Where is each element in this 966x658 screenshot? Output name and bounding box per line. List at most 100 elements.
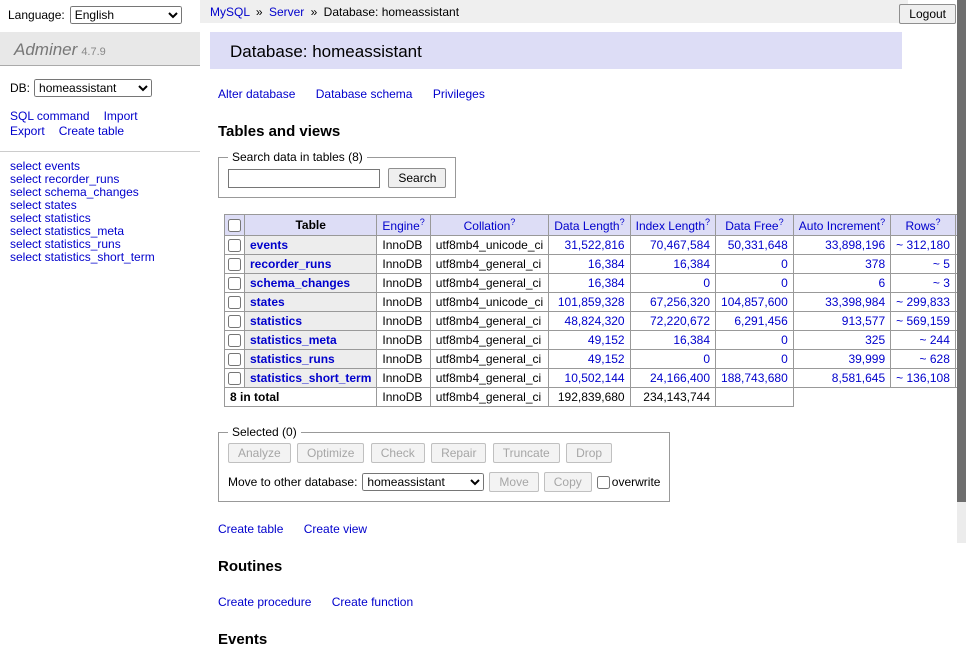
index-length-link[interactable]: 0 [703,352,710,366]
table-name-link[interactable]: statistics [250,314,302,328]
rows-count-link[interactable]: ~ 136,108 [896,371,950,385]
row-checkbox[interactable] [228,277,241,290]
search-button[interactable]: Search [388,168,446,188]
data-length-link[interactable]: 49,152 [588,352,625,366]
index-length-link[interactable]: 16,384 [673,257,710,271]
select-all-checkbox[interactable] [228,219,241,232]
index-length-link[interactable]: 72,220,672 [650,314,710,328]
create-procedure-link[interactable]: Create procedure [218,595,311,609]
data-free-link[interactable]: 104,857,600 [721,295,788,309]
sidebar-export-link[interactable]: Export [10,124,45,139]
analyze-button[interactable]: Analyze [228,443,291,463]
create-table-link[interactable]: Create table [218,522,283,536]
db-select[interactable]: homeassistant [34,79,152,97]
engine-sort-link[interactable]: Engine [382,219,419,233]
rows-count-link[interactable]: ~ 569,159 [896,314,950,328]
help-icon[interactable]: ? [510,217,515,227]
vertical-scrollbar-thumb[interactable] [957,0,966,502]
create-function-link[interactable]: Create function [332,595,413,609]
table-name-link[interactable]: statistics_runs [250,352,335,366]
auto-increment-link[interactable]: 378 [865,257,885,271]
data-free-link[interactable]: 50,331,648 [728,238,788,252]
auto-increment-link[interactable]: 33,898,196 [825,238,885,252]
sidebar-create-table-link[interactable]: Create table [59,124,124,139]
optimize-button[interactable]: Optimize [297,443,364,463]
privileges-link[interactable]: Privileges [433,87,485,101]
index-length-link[interactable]: 24,166,400 [650,371,710,385]
language-select[interactable]: English [70,6,182,24]
overwrite-checkbox[interactable] [597,476,610,489]
data-free-sort-link[interactable]: Data Free [725,219,778,233]
help-icon[interactable]: ? [880,217,885,227]
app-title[interactable]: Adminer [14,40,77,59]
rows-count-link[interactable]: ~ 5 [933,257,950,271]
search-input[interactable] [228,169,380,188]
row-checkbox[interactable] [228,315,241,328]
table-name-link[interactable]: states [250,295,285,309]
collation-sort-link[interactable]: Collation [464,219,511,233]
rows-count-link[interactable]: ~ 244 [920,333,950,347]
table-name-link[interactable]: recorder_runs [250,257,331,271]
data-free-link[interactable]: 0 [781,257,788,271]
table-name-link[interactable]: statistics_short_term [250,371,371,385]
row-checkbox[interactable] [228,239,241,252]
row-checkbox[interactable] [228,372,241,385]
table-name-link[interactable]: schema_changes [250,276,350,290]
data-length-link[interactable]: 10,502,144 [565,371,625,385]
help-icon[interactable]: ? [936,217,941,227]
auto-increment-link[interactable]: 325 [865,333,885,347]
help-icon[interactable]: ? [620,217,625,227]
check-button[interactable]: Check [371,443,425,463]
table-name-link[interactable]: events [250,238,288,252]
data-length-link[interactable]: 101,859,328 [558,295,625,309]
auto-increment-link[interactable]: 33,398,984 [825,295,885,309]
row-checkbox[interactable] [228,334,241,347]
row-checkbox[interactable] [228,353,241,366]
rows-count-link[interactable]: ~ 299,833 [896,295,950,309]
data-length-link[interactable]: 48,824,320 [565,314,625,328]
help-icon[interactable]: ? [705,217,710,227]
auto-increment-sort-link[interactable]: Auto Increment [799,219,880,233]
rows-count-link[interactable]: ~ 628 [920,352,950,366]
index-length-link[interactable]: 70,467,584 [650,238,710,252]
rows-count-link[interactable]: ~ 3 [933,276,950,290]
breadcrumb-mysql-link[interactable]: MySQL [210,5,250,19]
data-free-link[interactable]: 0 [781,276,788,290]
data-length-link[interactable]: 31,522,816 [565,238,625,252]
move-database-select[interactable]: homeassistant [362,473,484,491]
auto-increment-link[interactable]: 39,999 [848,352,885,366]
help-icon[interactable]: ? [779,217,784,227]
help-icon[interactable]: ? [420,217,425,227]
drop-button[interactable]: Drop [566,443,612,463]
vertical-scrollbar-track[interactable] [957,0,966,543]
data-free-link[interactable]: 0 [781,333,788,347]
move-button[interactable]: Move [489,472,538,492]
row-checkbox[interactable] [228,258,241,271]
create-view-link[interactable]: Create view [304,522,367,536]
auto-increment-link[interactable]: 6 [878,276,885,290]
repair-button[interactable]: Repair [431,443,486,463]
sidebar-sql-command-link[interactable]: SQL command [10,109,90,124]
alter-database-link[interactable]: Alter database [218,87,295,101]
auto-increment-link[interactable]: 8,581,645 [832,371,885,385]
breadcrumb-server-link[interactable]: Server [269,5,304,19]
table-name-link[interactable]: statistics_meta [250,333,337,347]
index-length-sort-link[interactable]: Index Length [636,219,705,233]
data-length-sort-link[interactable]: Data Length [554,219,619,233]
row-checkbox[interactable] [228,296,241,309]
truncate-button[interactable]: Truncate [493,443,560,463]
rows-sort-link[interactable]: Rows [906,219,936,233]
data-length-link[interactable]: 16,384 [588,257,625,271]
index-length-link[interactable]: 67,256,320 [650,295,710,309]
data-length-link[interactable]: 49,152 [588,333,625,347]
index-length-link[interactable]: 0 [703,276,710,290]
data-free-link[interactable]: 188,743,680 [721,371,788,385]
copy-button[interactable]: Copy [544,472,592,492]
sidebar-item-select-statistics-short-term[interactable]: select statistics_short_term [10,251,190,264]
data-length-link[interactable]: 16,384 [588,276,625,290]
logout-button[interactable]: Logout [899,4,956,24]
data-free-link[interactable]: 0 [781,352,788,366]
auto-increment-link[interactable]: 913,577 [842,314,885,328]
database-schema-link[interactable]: Database schema [316,87,413,101]
index-length-link[interactable]: 16,384 [673,333,710,347]
